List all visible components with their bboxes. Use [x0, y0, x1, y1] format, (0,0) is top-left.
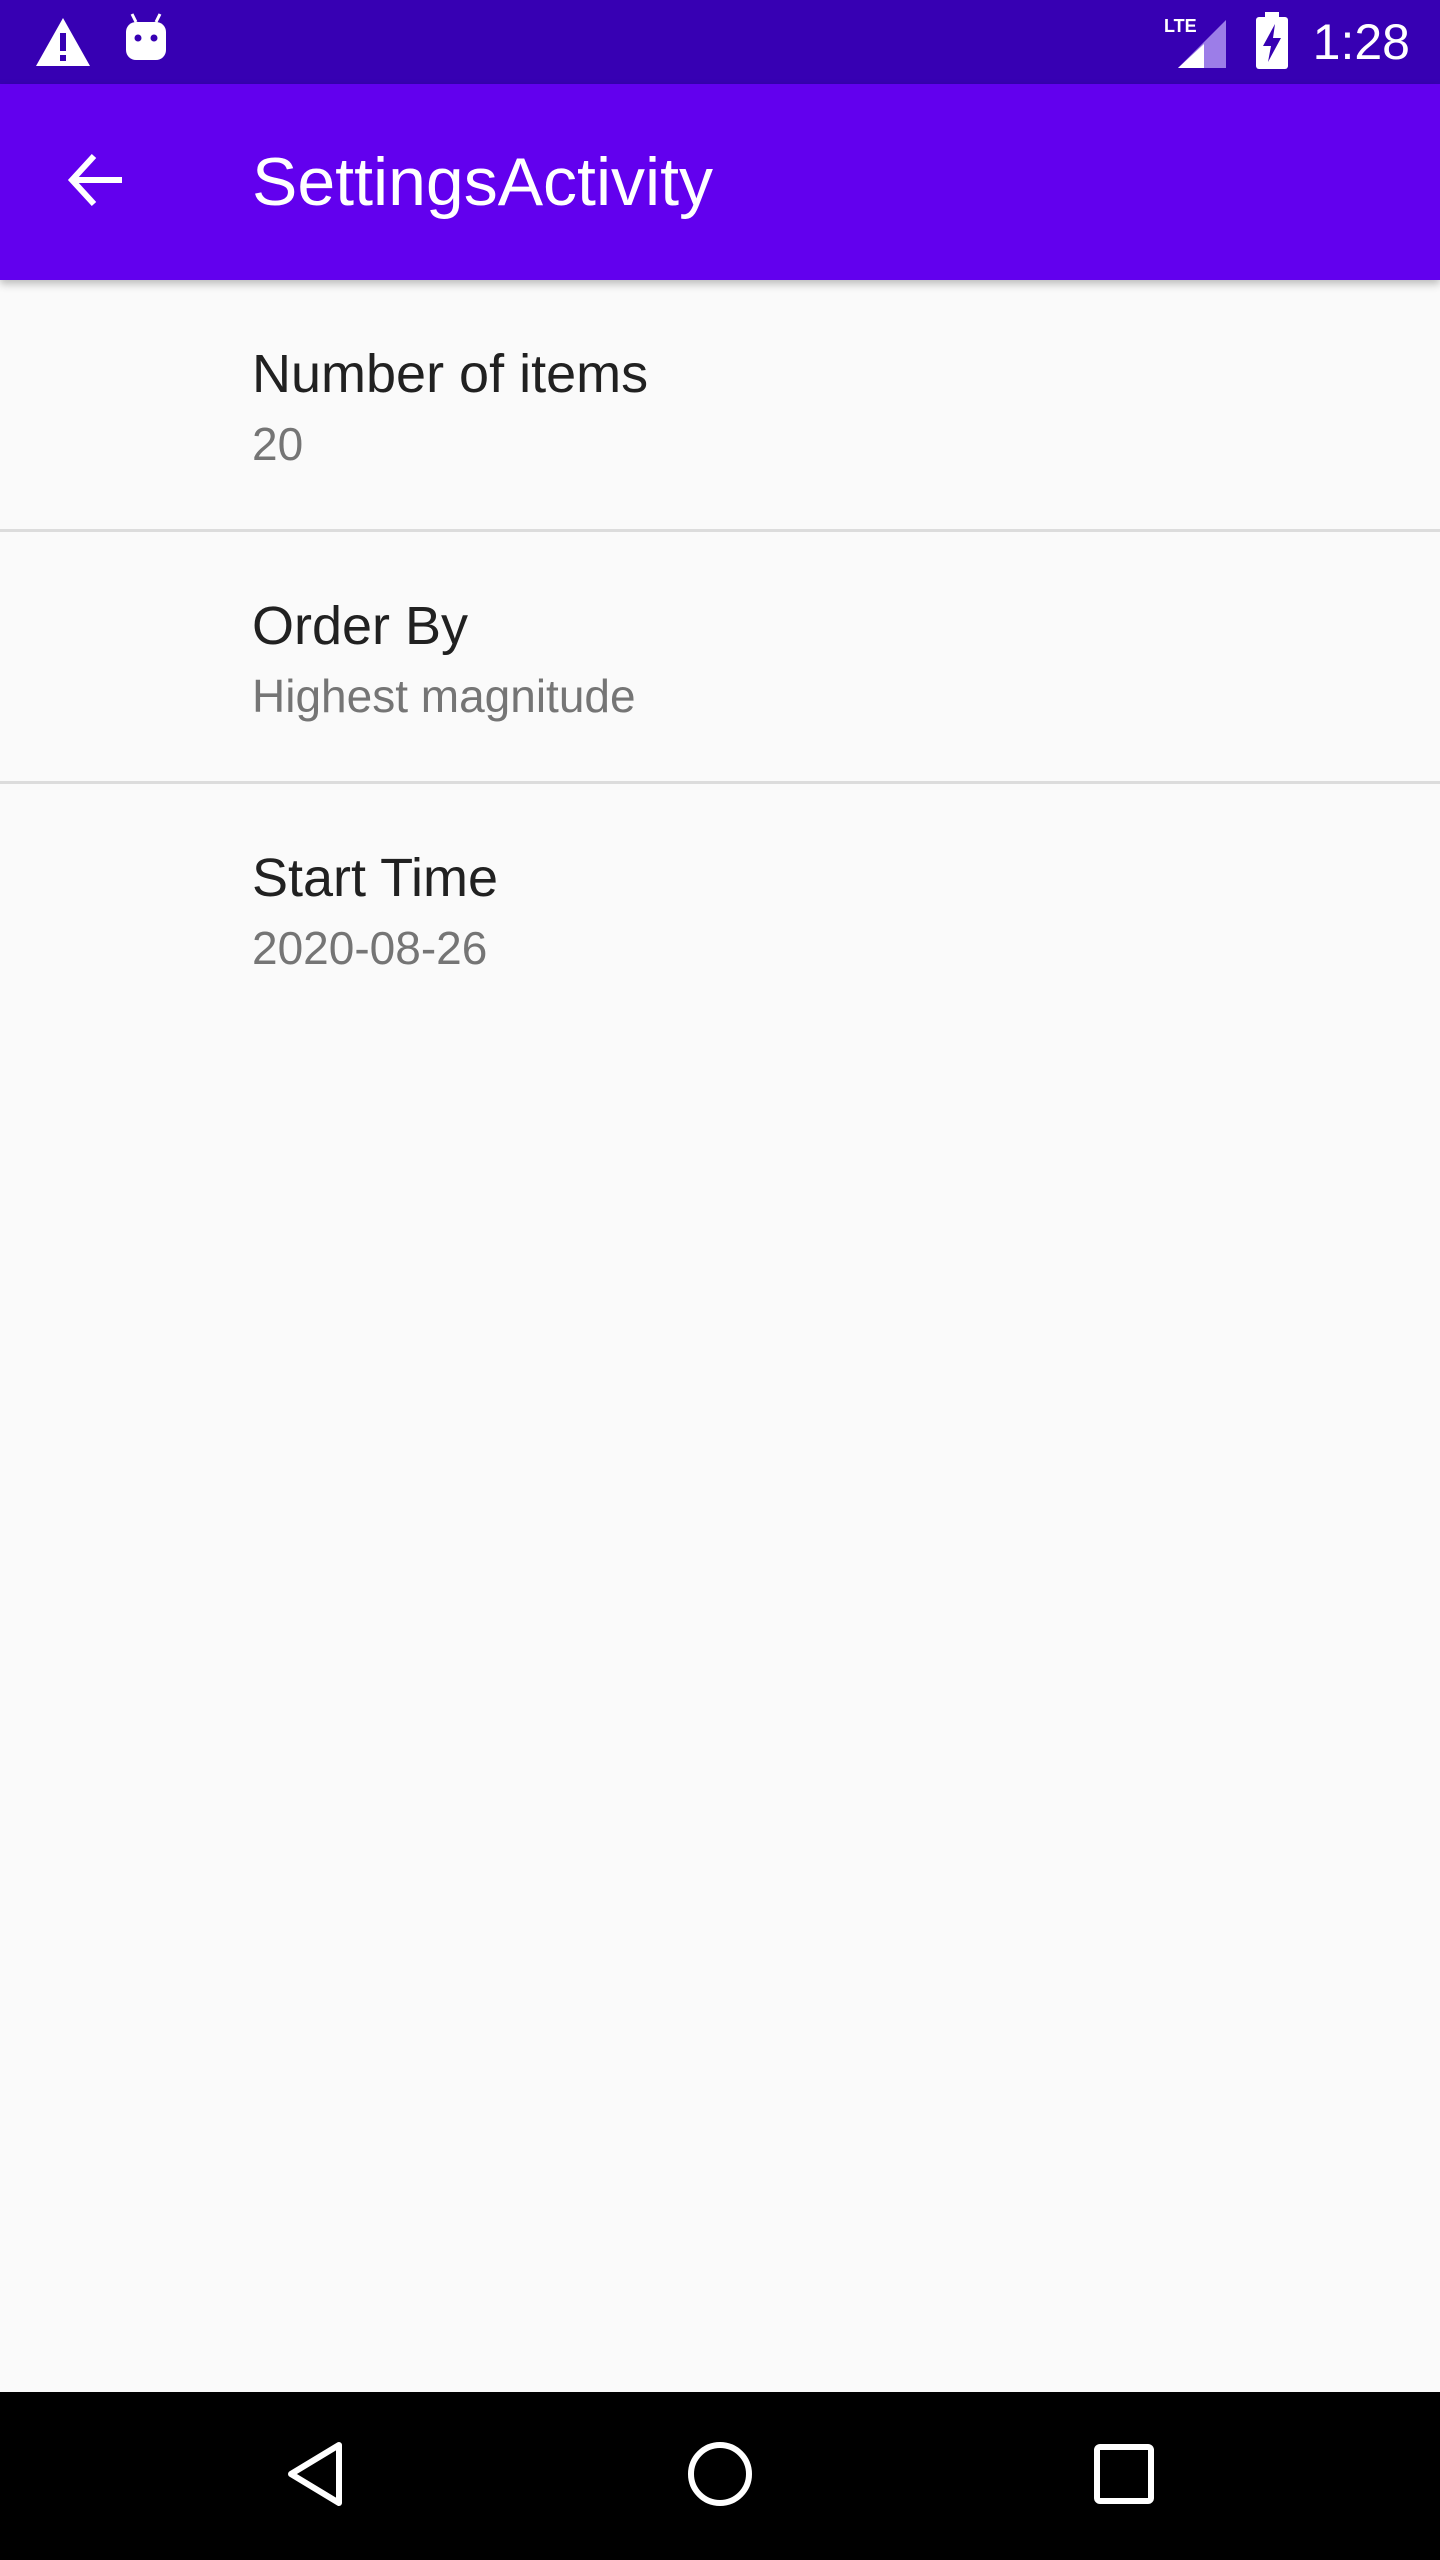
nav-back-icon: [281, 2439, 351, 2514]
pref-summary: 20: [252, 418, 304, 470]
lte-signal-icon: LTE: [1164, 14, 1228, 70]
pref-number-of-items[interactable]: Number of items 20: [0, 280, 1440, 532]
settings-screen: LTE 1:28 SettingsActivity Number of item…: [0, 0, 1440, 2560]
page-title: SettingsActivity: [252, 144, 714, 220]
pref-title: Start Time: [252, 848, 499, 908]
pref-order-by[interactable]: Order By Highest magnitude: [0, 532, 1440, 784]
warning-icon: [34, 16, 92, 68]
nav-back-button[interactable]: [266, 2426, 366, 2526]
app-bar: SettingsActivity: [0, 84, 1440, 280]
pref-title: Number of items: [252, 344, 649, 404]
nav-home-icon: [685, 2439, 755, 2514]
status-bar: LTE 1:28: [0, 0, 1440, 84]
nav-recents-icon: [1089, 2439, 1159, 2514]
arrow-back-icon: [64, 148, 128, 217]
back-button[interactable]: [50, 136, 142, 228]
battery-charging-icon: [1254, 12, 1290, 70]
status-time: 1:28: [1312, 14, 1410, 70]
nav-recents-button[interactable]: [1074, 2426, 1174, 2526]
pref-start-time[interactable]: Start Time 2020-08-26: [0, 784, 1440, 1036]
android-icon: [122, 12, 170, 64]
lte-label: LTE: [1164, 16, 1197, 36]
pref-title: Order By: [252, 596, 469, 656]
navigation-bar: [0, 2392, 1440, 2560]
nav-home-button[interactable]: [670, 2426, 770, 2526]
preference-list: Number of items 20 Order By Highest magn…: [0, 280, 1440, 1036]
pref-summary: 2020-08-26: [252, 922, 488, 974]
pref-summary: Highest magnitude: [252, 670, 636, 722]
